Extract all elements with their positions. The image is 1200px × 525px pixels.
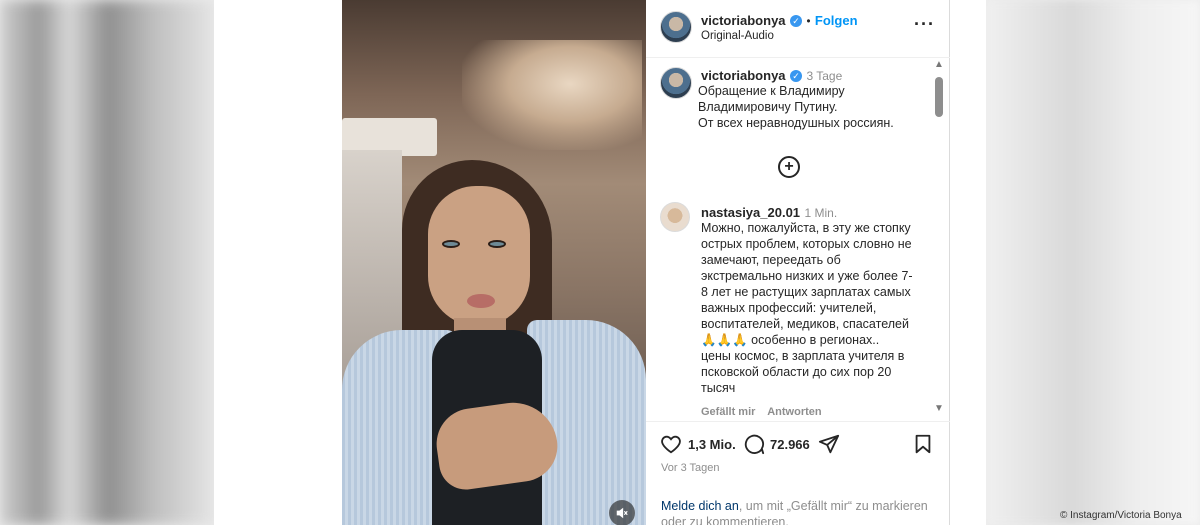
blurred-backdrop-left (0, 0, 216, 525)
reel-video[interactable] (342, 0, 646, 525)
verified-badge-icon: ✓ (789, 15, 802, 27)
video-lamp-glow (462, 40, 642, 150)
scroll-down-arrow-icon[interactable]: ▼ (934, 403, 944, 414)
comment-icon[interactable] (743, 433, 765, 460)
verified-badge-icon: ✓ (789, 70, 802, 82)
comment-line: псковской области до сих пор 20 (701, 365, 892, 379)
video-person-eye (442, 240, 460, 248)
header-separator: • (806, 16, 811, 28)
post-sidebar: victoriabonya ✓ • Folgen Original-Audio … (646, 0, 950, 525)
scrollbar-thumb[interactable] (935, 77, 943, 117)
bookmark-icon[interactable] (912, 433, 934, 460)
caption-line: От всех неравнодушных россиян. (698, 116, 894, 130)
commenter-avatar[interactable] (660, 202, 690, 232)
comments-count[interactable]: 72.966 (770, 437, 810, 452)
caption-time: 3 Tage (806, 69, 843, 83)
login-prompt: Melde dich an, um mit „Gefällt mir“ zu m… (661, 498, 946, 525)
action-bar: 1,3 Mio. 72.966 Vor 3 Tagen Melde dich a… (646, 421, 950, 525)
comment-line: острых проблем, которых словно не (701, 237, 912, 251)
blurred-backdrop-right (986, 0, 1200, 525)
post-header: victoriabonya ✓ • Folgen Original-Audio … (646, 0, 950, 58)
muted-speaker-icon[interactable] (609, 500, 635, 525)
plus-circle-icon[interactable]: + (778, 156, 800, 178)
caption-username[interactable]: victoriabonya (701, 68, 786, 83)
comments-scrollbar[interactable]: ▲ ▼ (932, 59, 946, 421)
comment-line: Можно, пожалуйста, в эту же стопку (701, 221, 911, 235)
caption-text: Обращение к Владимиру Владимировичу Пути… (698, 83, 928, 131)
caption-line: Владимировичу Путину. (698, 100, 838, 114)
scroll-up-arrow-icon[interactable]: ▲ (934, 59, 944, 70)
comment-line: замечают, переедать об (701, 253, 841, 267)
video-person-eye (488, 240, 506, 248)
login-link[interactable]: Melde dich an (661, 499, 739, 513)
caption-line: Обращение к Владимиру (698, 84, 845, 98)
comment-line: тысяч (701, 381, 736, 395)
video-person-lips (467, 294, 495, 308)
comment-line: воспитателей, медиков, спасателей (701, 317, 909, 331)
comment-line: цены космос, в зарплата учителя в (701, 349, 905, 363)
image-credit: © Instagram/Victoria Bonya (1060, 510, 1182, 521)
author-username[interactable]: victoriabonya (701, 13, 786, 28)
heart-icon[interactable] (660, 433, 682, 460)
likes-count[interactable]: 1,3 Mio. (688, 437, 736, 452)
comment-reply-button[interactable]: Antworten (767, 406, 821, 418)
posted-ago: Vor 3 Tagen (661, 462, 720, 474)
comment-line: 8 лет не растущих зарплатах самых (701, 285, 911, 299)
comment-line: 🙏🙏🙏 особенно в регионах.. (701, 333, 880, 347)
follow-button[interactable]: Folgen (815, 13, 858, 28)
author-avatar[interactable] (660, 11, 692, 43)
comment-like-button[interactable]: Gefällt mir (701, 406, 755, 418)
share-icon[interactable] (818, 433, 840, 460)
comments-list[interactable]: victoriabonya ✓ 3 Tage Обращение к Влади… (646, 59, 950, 421)
caption-author-avatar[interactable] (660, 67, 692, 99)
comment-line: экстремально низких и уже более 7- (701, 269, 913, 283)
comment-text: Можно, пожалуйста, в эту же стопку остры… (701, 220, 931, 396)
more-options-icon[interactable]: ··· (914, 14, 935, 35)
comment-time: 1 Min. (804, 206, 838, 220)
audio-label[interactable]: Original-Audio (701, 30, 774, 42)
commenter-username[interactable]: nastasiya_20.01 (701, 205, 800, 220)
comment-line: важных профессий: учителей, (701, 301, 877, 315)
comment-actions: Gefällt mir Antworten (701, 406, 822, 418)
